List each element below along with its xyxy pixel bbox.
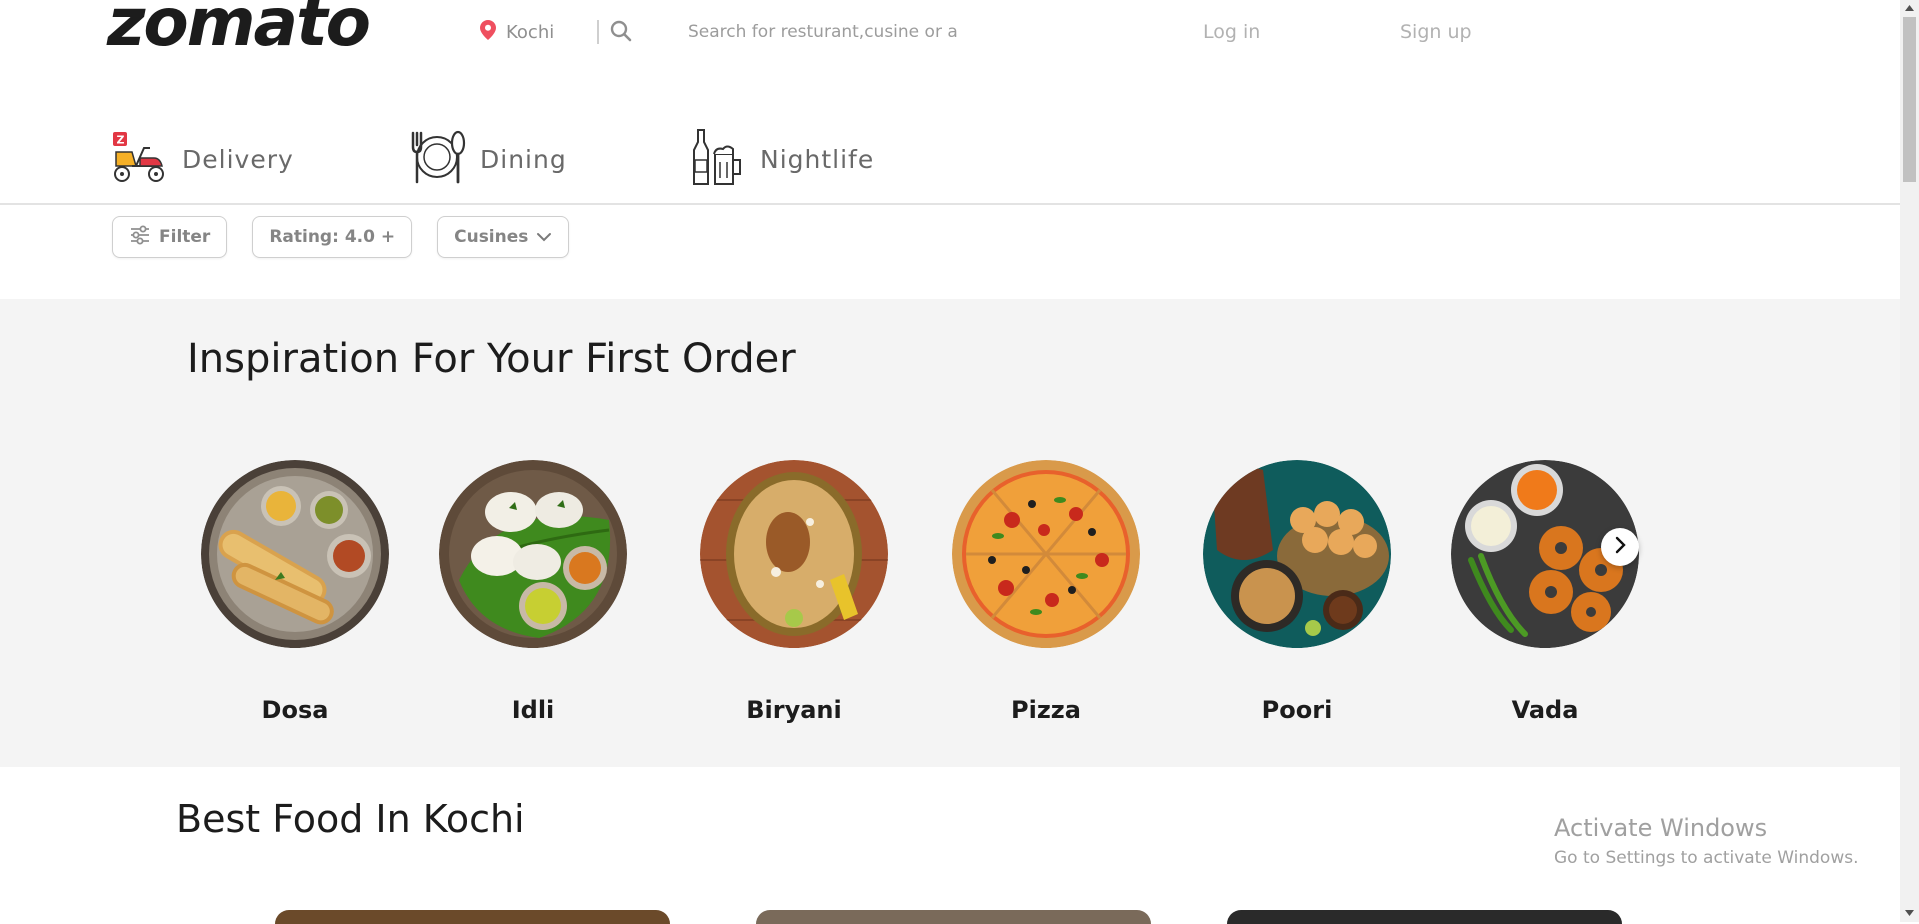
carousel-next-button[interactable] (1601, 528, 1639, 566)
poori-image (1203, 460, 1391, 648)
food-label-poori: Poori (1261, 696, 1333, 724)
location-pin-icon (480, 20, 496, 45)
food-item-dosa[interactable]: Dosa (200, 460, 390, 724)
activate-windows-watermark: Activate Windows Go to Settings to activ… (1554, 814, 1859, 868)
location-selector[interactable]: Kochi (480, 20, 554, 45)
cuisines-dropdown[interactable]: Cusines (437, 216, 570, 258)
bottle-mug-icon (688, 128, 746, 190)
food-label-pizza: Pizza (1011, 696, 1081, 724)
sliders-icon (129, 225, 151, 250)
login-link[interactable]: Log in (1203, 21, 1260, 43)
rating-filter-button[interactable]: Rating: 4.0 + (252, 216, 413, 258)
best-food-title: Best Food In Kochi (176, 797, 525, 841)
tab-nightlife[interactable]: Nightlife (688, 128, 874, 190)
food-label-idli: Idli (511, 696, 555, 724)
food-label-biryani: Biryani (746, 696, 842, 724)
plate-cutlery-icon (408, 129, 466, 189)
pizza-image (952, 460, 1140, 648)
tab-dining-label: Dining (480, 144, 567, 174)
search-divider (597, 20, 599, 44)
food-label-dosa: Dosa (261, 696, 329, 724)
idli-image (439, 460, 627, 648)
rating-filter-label: Rating: 4.0 + (269, 227, 396, 247)
location-label: Kochi (506, 22, 555, 43)
chevron-right-icon (1614, 536, 1626, 558)
tab-nightlife-label: Nightlife (760, 144, 875, 174)
signup-link[interactable]: Sign up (1400, 21, 1472, 43)
biryani-image (700, 460, 888, 648)
search-icon[interactable] (610, 20, 632, 46)
tabs-divider (0, 203, 1900, 205)
food-item-pizza[interactable]: Pizza (951, 460, 1141, 724)
watermark-line-2: Go to Settings to activate Windows. (1554, 848, 1859, 868)
cuisines-dropdown-label: Cusines (454, 227, 529, 247)
tab-delivery-label: Delivery (182, 144, 294, 174)
food-item-idli[interactable]: Idli (438, 460, 628, 724)
inspiration-title: Inspiration For Your First Order (187, 336, 796, 382)
scroll-down-arrow-icon[interactable] (1903, 906, 1916, 920)
food-item-poori[interactable]: Poori (1202, 460, 1392, 724)
scroll-up-arrow-icon[interactable] (1903, 1, 1916, 15)
service-tabs: Z Delivery Dining Nightlife (110, 128, 874, 190)
food-item-biryani[interactable]: Biryani (699, 460, 889, 724)
watermark-line-1: Activate Windows (1554, 814, 1768, 842)
dosa-image (201, 460, 389, 648)
tab-dining[interactable]: Dining (408, 128, 688, 190)
zomato-logo[interactable]: zomato (107, 0, 371, 61)
scrollbar-thumb[interactable] (1903, 17, 1916, 182)
tab-delivery[interactable]: Z Delivery (110, 128, 408, 190)
chevron-down-icon (536, 227, 552, 247)
delivery-scooter-icon: Z (110, 130, 168, 188)
svg-text:Z: Z (117, 134, 125, 147)
search-input[interactable] (686, 16, 982, 48)
filter-bar: Filter Rating: 4.0 + Cusines (112, 216, 570, 258)
filter-button[interactable]: Filter (112, 216, 228, 258)
filter-button-label: Filter (159, 227, 211, 247)
food-label-vada: Vada (1511, 696, 1579, 724)
